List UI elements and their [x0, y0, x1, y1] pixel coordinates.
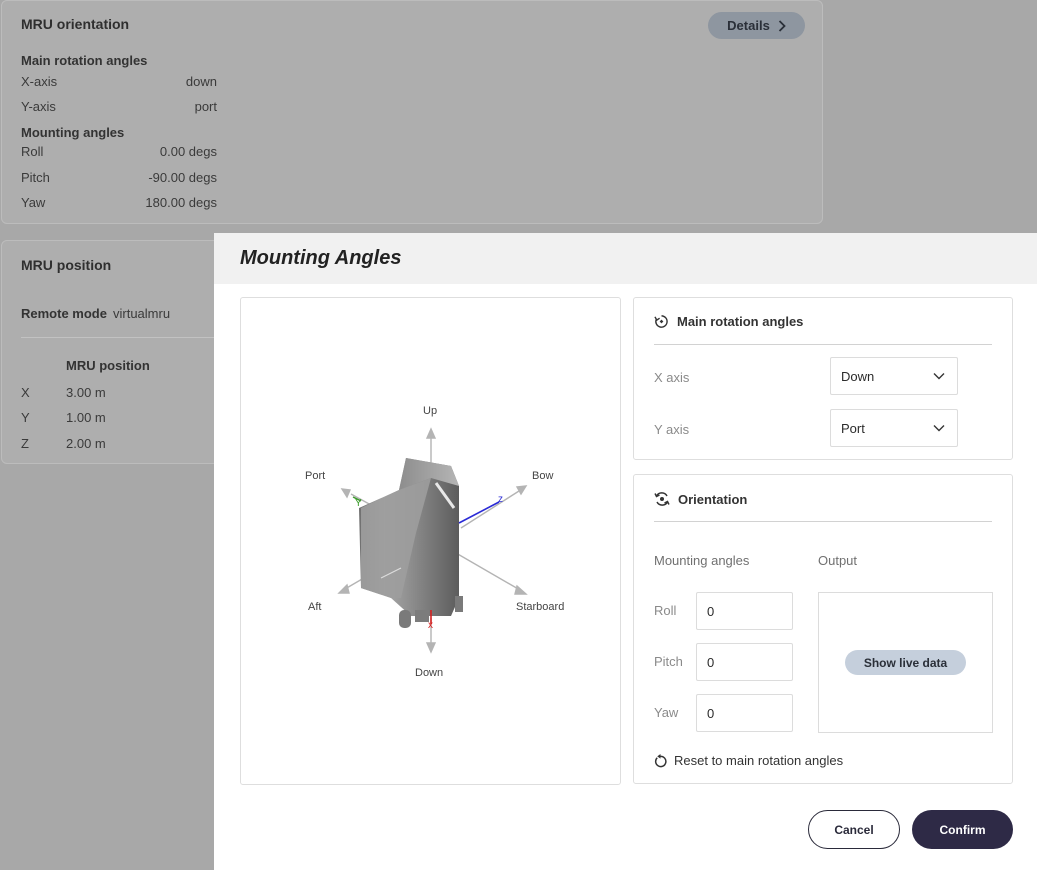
card-title: MRU position [21, 257, 112, 273]
remote-mode-value: virtualmru [113, 306, 171, 321]
show-live-data-button[interactable]: Show live data [845, 650, 966, 675]
output-label: Output [818, 553, 858, 568]
starboard-label: Starboard [516, 601, 564, 613]
roll-value: 0.00 degs [159, 144, 217, 159]
orientation-panel: Orientation Mounting angles Output Roll … [633, 474, 1013, 784]
port-arrowhead [340, 488, 352, 499]
orientation-3d-viewer[interactable]: z Y x Up Down Port Bow Aft Starboard [240, 297, 621, 785]
mru-orientation-card: MRU orientation Details Main rotation an… [1, 0, 823, 224]
reset-to-main-rotation-link[interactable]: Reset to main rotation angles [654, 753, 843, 768]
y-axis-label: Y-axis [21, 99, 56, 114]
orientation-sync-icon [654, 492, 670, 506]
x-axis-label: X-axis [21, 74, 58, 89]
aft-label: Aft [308, 601, 321, 613]
pitch-input[interactable]: 0 [696, 643, 793, 681]
divider [654, 521, 992, 522]
main-rotation-header: Main rotation angles [654, 314, 803, 329]
pitch-label: Pitch [21, 170, 50, 185]
x-axis-label: x [428, 620, 433, 631]
down-label: Down [415, 667, 443, 679]
yaw-value: 180.00 degs [145, 195, 217, 210]
orientation-title: Orientation [678, 491, 748, 507]
down-arrowhead [425, 642, 437, 654]
y-axis-select-value: Port [841, 420, 865, 436]
row-value-z: 2.00 m [66, 436, 106, 451]
chevron-right-icon [778, 19, 786, 32]
yaw-label: Yaw [21, 195, 46, 210]
port-label: Port [305, 470, 325, 482]
chevron-down-icon [933, 425, 945, 432]
mru-device-model [359, 458, 463, 628]
modal-title: Mounting Angles [240, 247, 402, 269]
x-axis-select-label: X axis [654, 370, 690, 385]
y-axis-select[interactable]: Port [830, 409, 958, 447]
row-value-y: 1.00 m [66, 410, 106, 425]
position-column-header: MRU position [66, 358, 150, 373]
modal-header: Mounting Angles [214, 233, 1037, 284]
row-axis-x: X [21, 385, 30, 400]
y-axis-label: Y [355, 498, 362, 509]
roll-input[interactable]: 0 [696, 592, 793, 630]
bow-arrowhead [515, 485, 528, 496]
bow-direction-line [460, 490, 520, 529]
reset-label: Reset to main rotation angles [674, 753, 844, 768]
x-axis-select[interactable]: Down [830, 357, 958, 395]
yaw-input[interactable]: 0 [696, 694, 793, 732]
aft-arrowhead [337, 583, 350, 594]
rotate-axis-icon [654, 315, 668, 328]
row-value-x: 3.00 m [66, 385, 106, 400]
main-rotation-heading: Main rotation angles [21, 53, 148, 68]
orientation-diagram: z Y x Up Down Port Bow Aft Starboard [305, 405, 564, 679]
mounting-angles-modal: Mounting Angles z Y x Up Down Port Bow A… [214, 233, 1037, 870]
y-axis-value: port [194, 99, 217, 114]
yaw-input-label: Yaw [654, 705, 679, 720]
up-label: Up [423, 405, 437, 417]
pitch-input-label: Pitch [654, 654, 683, 669]
mounting-angles-label: Mounting angles [654, 553, 750, 568]
z-axis-line [458, 501, 500, 524]
chevron-down-icon [933, 373, 945, 380]
divider [21, 337, 241, 338]
x-axis-value: down [185, 74, 217, 89]
confirm-button[interactable]: Confirm [912, 810, 1013, 849]
orientation-header: Orientation [654, 491, 747, 507]
starboard-arrowhead [514, 584, 528, 595]
reset-icon [654, 753, 667, 767]
remote-mode-label: Remote mode [21, 306, 107, 321]
details-button[interactable]: Details [708, 12, 805, 39]
pitch-value: -90.00 degs [148, 170, 217, 185]
up-arrowhead [425, 427, 437, 439]
z-axis-label: z [498, 494, 503, 505]
starboard-direction-line [455, 552, 521, 591]
row-axis-z: Z [21, 436, 29, 451]
main-rotation-title: Main rotation angles [677, 314, 804, 329]
x-axis-select-value: Down [841, 368, 875, 384]
main-rotation-panel: Main rotation angles X axis Down Y axis … [633, 297, 1013, 460]
card-title: MRU orientation [21, 16, 130, 32]
cancel-button[interactable]: Cancel [808, 810, 900, 849]
roll-input-label: Roll [654, 603, 677, 618]
output-box: Show live data [818, 592, 993, 733]
bow-label: Bow [532, 470, 553, 482]
mounting-heading: Mounting angles [21, 125, 125, 140]
row-axis-y: Y [21, 410, 30, 425]
details-label: Details [727, 18, 770, 33]
roll-label: Roll [21, 144, 44, 159]
y-axis-select-label: Y axis [654, 422, 690, 437]
divider [654, 344, 992, 345]
